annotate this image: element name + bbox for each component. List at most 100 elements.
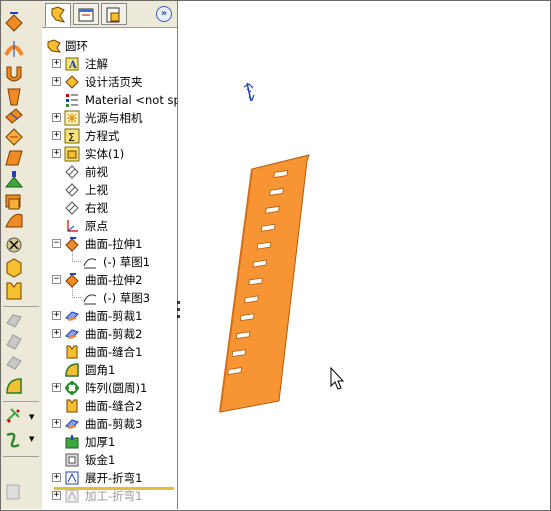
tree-item[interactable]: + 光源与相机	[42, 109, 177, 127]
boundary-surface-icon[interactable]	[5, 108, 23, 124]
expand-toggle[interactable]: +	[52, 311, 61, 320]
expand-toggle[interactable]: +	[52, 419, 61, 428]
tree-item[interactable]: 钣金1	[42, 451, 177, 469]
helix-icon[interactable]	[6, 432, 20, 448]
expand-toggle[interactable]: +	[52, 77, 61, 86]
tree-item-label: 阵列(圆周)1	[85, 381, 148, 395]
tab-feature-tree[interactable]	[45, 3, 71, 27]
tree-item[interactable]: + Σ 方程式	[42, 127, 177, 145]
revolve-surface-icon[interactable]	[4, 41, 24, 57]
origin-icon	[64, 218, 80, 234]
tree-item[interactable]: 前视	[42, 163, 177, 181]
sheet-metal-icon	[64, 452, 80, 468]
tree-item-label: (-) 草图3	[103, 291, 151, 305]
tree-item-label: 钣金1	[85, 453, 116, 467]
tree-item-label: 右视	[85, 201, 108, 215]
untrim-surface-icon[interactable]	[6, 334, 22, 350]
collapse-toggle[interactable]: −	[52, 275, 61, 284]
fillet-icon	[64, 362, 80, 378]
tree-item-label: 加厚1	[85, 435, 116, 449]
knit-surface-icon[interactable]	[6, 282, 22, 300]
tree-item[interactable]: 曲面-缝合1	[42, 343, 177, 361]
sketch-icon	[82, 290, 98, 306]
mouse-cursor-icon	[330, 366, 345, 390]
tree-item[interactable]: − 曲面-拉伸2	[42, 271, 177, 289]
panel-splitter-handle[interactable]	[177, 301, 180, 323]
thicken-icon[interactable]	[4, 171, 24, 188]
extrude-surface-icon[interactable]	[5, 12, 23, 32]
tree-item[interactable]: 圆角1	[42, 361, 177, 379]
part-icon	[46, 38, 62, 54]
loft-surface-icon[interactable]	[7, 88, 21, 106]
surface-knit-icon	[64, 398, 80, 414]
collapse-toggle[interactable]: −	[52, 239, 61, 248]
tree-item[interactable]: − 曲面-拉伸1	[42, 235, 177, 253]
curve-dropdown-icon[interactable]: ▼	[29, 413, 35, 421]
tree-item[interactable]: 曲面-缝合2	[42, 397, 177, 415]
tree-item-label: 圆角1	[85, 363, 116, 377]
surface-trim-icon	[64, 326, 80, 342]
tree-item[interactable]: + 曲面-剪裁3	[42, 415, 177, 433]
lights-cameras-icon	[64, 110, 80, 126]
tree-item[interactable]: + 设计活页夹	[42, 73, 177, 91]
tree-item[interactable]: (-) 草图1	[42, 253, 177, 271]
expand-toggle[interactable]: +	[52, 59, 61, 68]
tree-item-label: 曲面-拉伸1	[85, 237, 143, 251]
expand-toggle[interactable]: +	[52, 131, 61, 140]
tree-item-label: 曲面-剪裁1	[85, 309, 143, 323]
move-face-icon[interactable]	[6, 258, 22, 278]
tree-item-label: 上视	[85, 183, 108, 197]
feature-manager-tabs: »	[42, 1, 177, 28]
helix-dropdown-icon[interactable]: ▼	[29, 435, 35, 443]
tab-property-manager[interactable]	[73, 3, 99, 25]
plane-icon	[64, 200, 80, 216]
tree-item-label: 曲面-剪裁3	[85, 417, 143, 431]
annotations-icon: A	[64, 56, 80, 72]
expand-toggle[interactable]: +	[52, 329, 61, 338]
tree-item[interactable]: 右视	[42, 199, 177, 217]
rollback-bar[interactable]	[54, 487, 174, 490]
planar-surface-icon[interactable]	[5, 150, 23, 166]
tree-connector	[72, 247, 81, 262]
tree-item[interactable]: + 展开-折弯1	[42, 469, 177, 487]
surface-fill-icon[interactable]	[5, 194, 21, 210]
tree-root[interactable]: 圆环	[42, 37, 177, 55]
tree-item-label: 前视	[85, 165, 108, 179]
tree-item-label: 曲面-缝合2	[85, 399, 143, 413]
curve-icon[interactable]	[6, 408, 20, 423]
configuration-manager-icon	[106, 7, 120, 23]
tree-item[interactable]: + 阵列(圆周)1	[42, 379, 177, 397]
trim-surface-icon[interactable]	[6, 314, 22, 328]
tree-item[interactable]: 原点	[42, 217, 177, 235]
sweep-surface-icon[interactable]	[6, 66, 22, 82]
property-manager-icon	[78, 8, 94, 22]
tree-item[interactable]: + A 注解	[42, 55, 177, 73]
offset-surface-icon[interactable]	[5, 128, 23, 146]
tree-item-label: 光源与相机	[85, 111, 143, 125]
tab-configuration-manager[interactable]	[101, 3, 127, 25]
graphics-viewport[interactable]	[181, 1, 549, 509]
tree-item[interactable]: 加厚1	[42, 433, 177, 451]
tree-item[interactable]: Material <not specified>	[42, 91, 177, 109]
expand-panel-button[interactable]: »	[156, 6, 172, 22]
tree-item[interactable]: (-) 草图3	[42, 289, 177, 307]
expand-toggle[interactable]: +	[52, 473, 61, 482]
tree-item-label: 展开-折弯1	[85, 471, 143, 485]
tree-item-label: 设计活页夹	[85, 75, 143, 89]
tree-item[interactable]: + 曲面-剪裁1	[42, 307, 177, 325]
ruled-surface-icon[interactable]	[5, 213, 23, 228]
part-name: 圆环	[65, 39, 88, 53]
tree-item-label: 方程式	[85, 129, 120, 143]
expand-toggle[interactable]: +	[52, 149, 61, 158]
expand-toggle[interactable]: +	[52, 491, 61, 500]
extend-surface-icon[interactable]	[6, 356, 22, 370]
expand-toggle[interactable]: +	[52, 383, 61, 392]
expand-toggle[interactable]: +	[52, 113, 61, 122]
circular-pattern-icon	[64, 380, 80, 396]
fillet-icon[interactable]	[6, 378, 22, 394]
plane-icon	[64, 164, 80, 180]
tree-item[interactable]: 上视	[42, 181, 177, 199]
tree-item[interactable]: + 实体(1)	[42, 145, 177, 163]
tree-item[interactable]: + 曲面-剪裁2	[42, 325, 177, 343]
delete-face-icon[interactable]	[6, 237, 22, 253]
